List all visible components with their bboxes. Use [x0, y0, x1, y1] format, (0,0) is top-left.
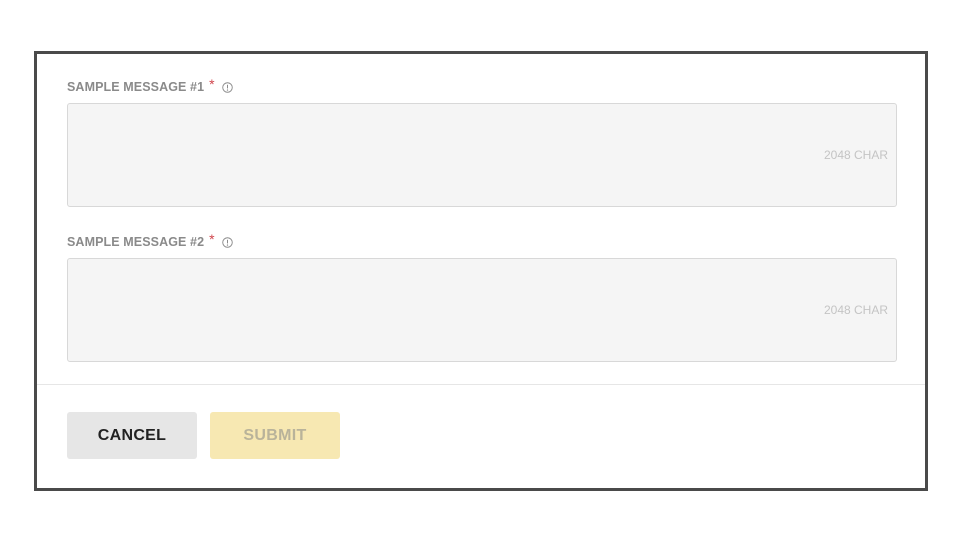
required-asterisk: *	[209, 231, 215, 247]
required-asterisk: *	[209, 76, 215, 92]
message-form-dialog: SAMPLE MESSAGE #1 * 2048 CHAR SAMPLE MES…	[34, 51, 928, 491]
info-circle-icon[interactable]	[221, 236, 233, 248]
submit-button[interactable]: SUBMIT	[210, 412, 340, 459]
cancel-button[interactable]: CANCEL	[67, 412, 197, 459]
sample-message-2-textarea[interactable]	[68, 259, 896, 361]
sample-message-1-textarea[interactable]	[68, 104, 896, 206]
sample-message-1-label: SAMPLE MESSAGE #1	[67, 80, 205, 94]
info-circle-icon[interactable]	[221, 81, 233, 93]
sample-message-2-label: SAMPLE MESSAGE #2	[67, 235, 205, 249]
sample-message-1-field: SAMPLE MESSAGE #1 * 2048 CHAR	[67, 76, 897, 207]
sample-message-1-input-box[interactable]: 2048 CHAR	[67, 103, 897, 207]
sample-message-2-input-box[interactable]: 2048 CHAR	[67, 258, 897, 362]
sample-message-2-label-row: SAMPLE MESSAGE #2 *	[67, 231, 897, 251]
footer-divider	[37, 384, 925, 385]
sample-message-1-label-row: SAMPLE MESSAGE #1 *	[67, 76, 897, 96]
sample-message-2-field: SAMPLE MESSAGE #2 * 2048 CHAR	[67, 231, 897, 362]
